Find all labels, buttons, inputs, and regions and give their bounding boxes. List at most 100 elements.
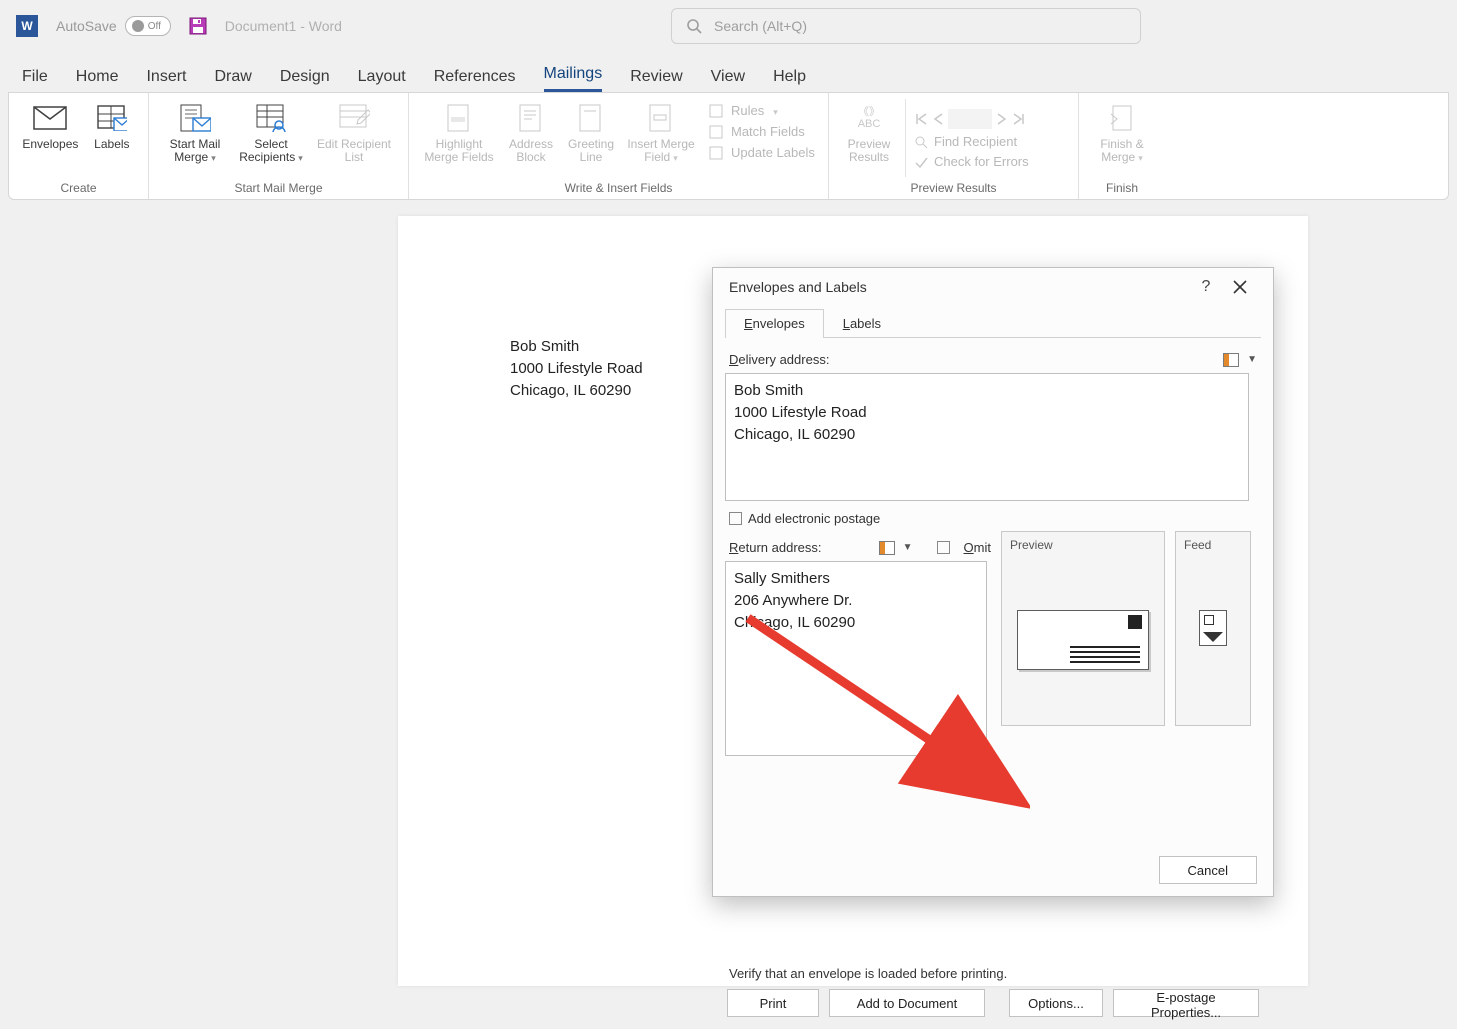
- tab-file[interactable]: File: [22, 68, 48, 92]
- search-box[interactable]: Search (Alt+Q): [671, 8, 1141, 44]
- title-bar: W AutoSave Off Document1 - Word Search (…: [0, 0, 1457, 52]
- address-book-dropdown[interactable]: ▼: [903, 542, 913, 553]
- finish-icon: [1089, 101, 1155, 135]
- dialog-titlebar[interactable]: Envelopes and Labels ?: [713, 268, 1273, 306]
- dialog-footer: Cancel: [1159, 856, 1257, 884]
- next-record-icon: [996, 112, 1008, 126]
- tab-mailings[interactable]: Mailings: [544, 65, 603, 92]
- address-book-dropdown[interactable]: ▼: [1247, 354, 1257, 365]
- update-icon: [709, 146, 725, 160]
- tab-design[interactable]: Design: [280, 68, 330, 92]
- address-block-button: Address Block: [503, 97, 559, 164]
- first-record-icon: [914, 112, 928, 126]
- autosave-state: Off: [148, 21, 161, 32]
- record-navigator: [914, 101, 1029, 129]
- omit-label: Omit: [964, 540, 991, 555]
- check-errors-button: Check for Errors: [914, 154, 1029, 169]
- mail-merge-icon: [159, 101, 231, 135]
- document-body-text[interactable]: Bob Smith 1000 Lifestyle Road Chicago, I…: [510, 336, 643, 401]
- add-epostage-label: Add electronic postage: [748, 511, 880, 526]
- autosave-control[interactable]: AutoSave Off: [56, 16, 171, 36]
- tab-layout[interactable]: Layout: [358, 68, 406, 92]
- greeting-icon: [563, 101, 619, 135]
- ribbon: Envelopes Labels Create Start MailMerge …: [8, 92, 1449, 200]
- update-labels-label: Update Labels: [731, 145, 815, 160]
- edit-recipient-list-label: Edit Recipient List: [317, 137, 391, 164]
- dialog-body: Envelopes Labels Delivery address: ▼ Add…: [713, 306, 1273, 1029]
- match-fields-label: Match Fields: [731, 124, 805, 139]
- insert-field-icon: [623, 101, 699, 135]
- dialog-tab-envelopes[interactable]: Envelopes: [725, 309, 824, 338]
- add-epostage-checkbox[interactable]: Add electronic postage: [729, 511, 1257, 526]
- envelopes-button[interactable]: Envelopes: [19, 97, 82, 151]
- cancel-button[interactable]: Cancel: [1159, 856, 1257, 884]
- ribbon-group-start-mail-merge: Start MailMerge SelectRecipients Edit Re…: [149, 93, 409, 199]
- tab-review[interactable]: Review: [630, 68, 682, 92]
- search-icon: [686, 18, 702, 34]
- edit-recipient-list-button: Edit Recipient List: [311, 97, 397, 164]
- select-recipients-button[interactable]: SelectRecipients: [235, 97, 307, 164]
- labels-button[interactable]: Labels: [86, 97, 138, 151]
- feed-preview-icon: [1199, 610, 1227, 646]
- labels-icon: [86, 101, 138, 135]
- preview-label: Preview: [1010, 538, 1156, 552]
- envelopes-labels-dialog: Envelopes and Labels ? Envelopes Labels …: [712, 267, 1274, 897]
- dialog-close-button[interactable]: [1223, 280, 1257, 294]
- return-address-input[interactable]: [725, 561, 987, 756]
- omit-checkbox[interactable]: [937, 541, 950, 554]
- last-record-icon: [1012, 112, 1026, 126]
- autosave-label: AutoSave: [56, 18, 117, 34]
- ribbon-group-create: Envelopes Labels Create: [9, 93, 149, 199]
- rules-icon: [709, 104, 725, 118]
- search-placeholder: Search (Alt+Q): [714, 18, 807, 34]
- preview-panel[interactable]: Preview: [1001, 531, 1165, 726]
- autosave-toggle[interactable]: Off: [125, 16, 171, 36]
- preview-icon: 《》ABC: [839, 101, 899, 135]
- recipients-icon: [235, 101, 307, 135]
- start-mail-merge-label: Start MailMerge: [170, 137, 221, 164]
- group-label-preview: Preview Results: [829, 181, 1078, 195]
- highlight-merge-fields-button: Highlight Merge Fields: [419, 97, 499, 164]
- check-errors-label: Check for Errors: [934, 154, 1029, 169]
- preview-results-button: 《》ABC Preview Results: [839, 97, 899, 164]
- options-button[interactable]: Options...: [1009, 989, 1103, 1017]
- update-labels-button: Update Labels: [709, 145, 815, 160]
- tab-help[interactable]: Help: [773, 68, 806, 92]
- tab-draw[interactable]: Draw: [214, 68, 251, 92]
- verify-text: Verify that an envelope is loaded before…: [729, 966, 1257, 981]
- prev-record-icon: [932, 112, 944, 126]
- labels-label: Labels: [94, 137, 129, 151]
- address-book-icon[interactable]: [1223, 353, 1239, 367]
- delivery-address-label: Delivery address: ▼: [729, 352, 1257, 367]
- envelope-preview-icon: [1017, 610, 1149, 670]
- tab-home[interactable]: Home: [76, 68, 119, 92]
- return-address-label: Return address: ▼ Omit: [729, 540, 991, 555]
- tab-view[interactable]: View: [711, 68, 745, 92]
- delivery-address-input[interactable]: [725, 373, 1249, 501]
- find-icon: [914, 135, 928, 149]
- match-icon: [709, 125, 725, 139]
- ribbon-tabs: File Home Insert Draw Design Layout Refe…: [0, 52, 1457, 92]
- start-mail-merge-button[interactable]: Start MailMerge: [159, 97, 231, 164]
- epostage-properties-button[interactable]: E-postage Properties...: [1113, 989, 1259, 1017]
- group-label-start: Start Mail Merge: [149, 181, 408, 195]
- edit-list-icon: [311, 101, 397, 135]
- find-recipient-button: Find Recipient: [914, 134, 1029, 149]
- dialog-help-button[interactable]: ?: [1189, 278, 1223, 296]
- greeting-line-label: Greeting Line: [568, 137, 614, 164]
- document-title: Document1 - Word: [225, 18, 342, 34]
- check-icon: [914, 155, 928, 169]
- print-button[interactable]: Print: [727, 989, 819, 1017]
- insert-merge-field-button: Insert MergeField: [623, 97, 699, 164]
- tab-references[interactable]: References: [434, 68, 516, 92]
- dialog-tab-labels[interactable]: Labels: [824, 309, 900, 338]
- finish-merge-label: Finish &Merge: [1100, 137, 1143, 164]
- dialog-title: Envelopes and Labels: [729, 279, 867, 295]
- insert-merge-field-label: Insert MergeField: [627, 137, 694, 164]
- save-icon[interactable]: [189, 17, 207, 35]
- tab-insert[interactable]: Insert: [146, 68, 186, 92]
- address-book-icon[interactable]: [879, 541, 895, 555]
- feed-label: Feed: [1184, 538, 1242, 552]
- feed-panel[interactable]: Feed: [1175, 531, 1251, 726]
- add-to-document-button[interactable]: Add to Document: [829, 989, 985, 1017]
